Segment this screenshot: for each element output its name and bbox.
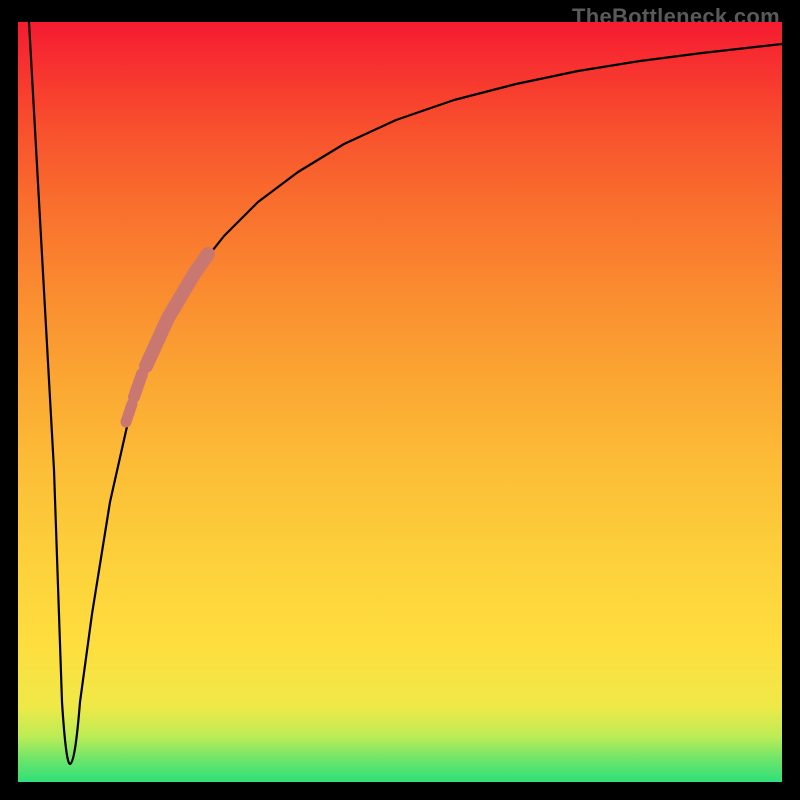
chart-svg <box>18 22 782 782</box>
chart-frame: TheBottleneck.com <box>0 0 800 800</box>
plot-area <box>18 22 782 782</box>
bottleneck-curve <box>29 22 782 764</box>
highlight-markers <box>126 254 208 422</box>
